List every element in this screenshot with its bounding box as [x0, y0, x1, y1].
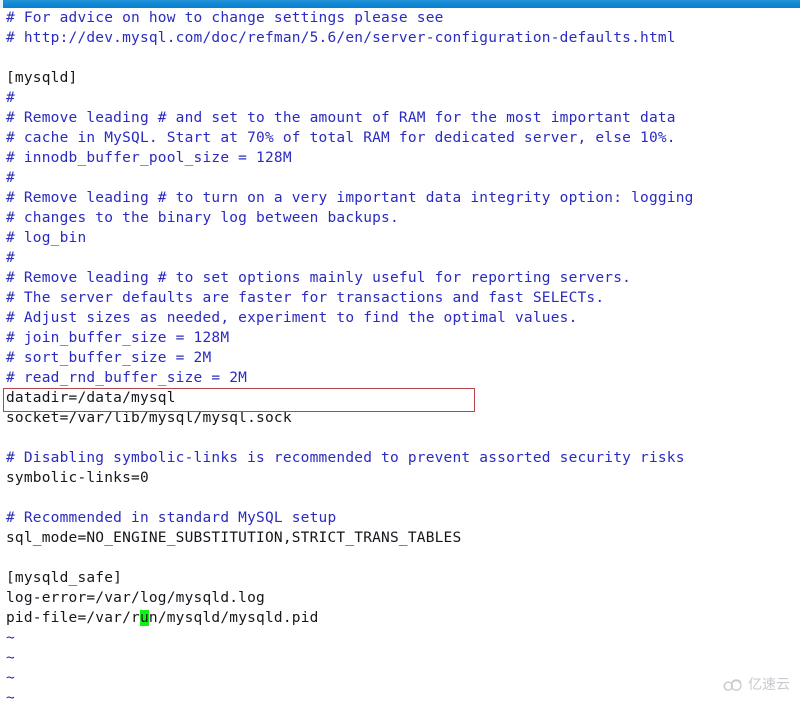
editor-line[interactable]: log-error=/var/log/mysqld.log	[0, 588, 800, 608]
editor-line[interactable]: ~	[0, 648, 800, 668]
editor-line[interactable]: datadir=/data/mysql	[0, 388, 800, 408]
editor-line[interactable]	[0, 548, 800, 568]
editor-line[interactable]: # Remove leading # to turn on a very imp…	[0, 188, 800, 208]
editor-line[interactable]: #	[0, 88, 800, 108]
editor-line[interactable]: # cache in MySQL. Start at 70% of total …	[0, 128, 800, 148]
editor-line[interactable]: # Remove leading # to set options mainly…	[0, 268, 800, 288]
text-cursor: u	[139, 610, 149, 626]
editor-line[interactable]: # join_buffer_size = 128M	[0, 328, 800, 348]
editor-line[interactable]: # Remove leading # and set to the amount…	[0, 108, 800, 128]
editor-line[interactable]: symbolic-links=0	[0, 468, 800, 488]
editor-line[interactable]	[0, 428, 800, 448]
window-titlebar	[0, 0, 800, 8]
editor-line[interactable]	[0, 488, 800, 508]
watermark-text: 亿速云	[748, 677, 790, 693]
editor-line[interactable]: # sort_buffer_size = 2M	[0, 348, 800, 368]
editor-line[interactable]: # Disabling symbolic-links is recommende…	[0, 448, 800, 468]
editor-line[interactable]: pid-file=/var/run/mysqld/mysqld.pid	[0, 608, 800, 628]
editor-line[interactable]: ~	[0, 688, 800, 708]
editor-line[interactable]: ~	[0, 628, 800, 648]
editor-line[interactable]: #	[0, 168, 800, 188]
editor-line[interactable]: # innodb_buffer_pool_size = 128M	[0, 148, 800, 168]
terminal-editor-area[interactable]: # For advice on how to change settings p…	[0, 8, 800, 706]
editor-line[interactable]: # http://dev.mysql.com/doc/refman/5.6/en…	[0, 28, 800, 48]
editor-line[interactable]: # Recommended in standard MySQL setup	[0, 508, 800, 528]
editor-line[interactable]: [mysqld_safe]	[0, 568, 800, 588]
editor-line[interactable]: [mysqld]	[0, 68, 800, 88]
editor-line[interactable]: #	[0, 248, 800, 268]
editor-line[interactable]: # Adjust sizes as needed, experiment to …	[0, 308, 800, 328]
editor-line[interactable]	[0, 48, 800, 68]
editor-line[interactable]: # For advice on how to change settings p…	[0, 8, 800, 28]
editor-line[interactable]: socket=/var/lib/mysql/mysql.sock	[0, 408, 800, 428]
editor-line[interactable]: sql_mode=NO_ENGINE_SUBSTITUTION,STRICT_T…	[0, 528, 800, 548]
editor-line[interactable]: # read_rnd_buffer_size = 2M	[0, 368, 800, 388]
titlebar-left-cap	[0, 0, 3, 8]
editor-line[interactable]: ~	[0, 668, 800, 688]
watermark: 亿速云	[723, 674, 790, 694]
editor-line[interactable]: # The server defaults are faster for tra…	[0, 288, 800, 308]
cloud-icon	[723, 678, 745, 691]
editor-lines[interactable]: # For advice on how to change settings p…	[0, 8, 800, 708]
editor-line[interactable]: # changes to the binary log between back…	[0, 208, 800, 228]
editor-line[interactable]: # log_bin	[0, 228, 800, 248]
